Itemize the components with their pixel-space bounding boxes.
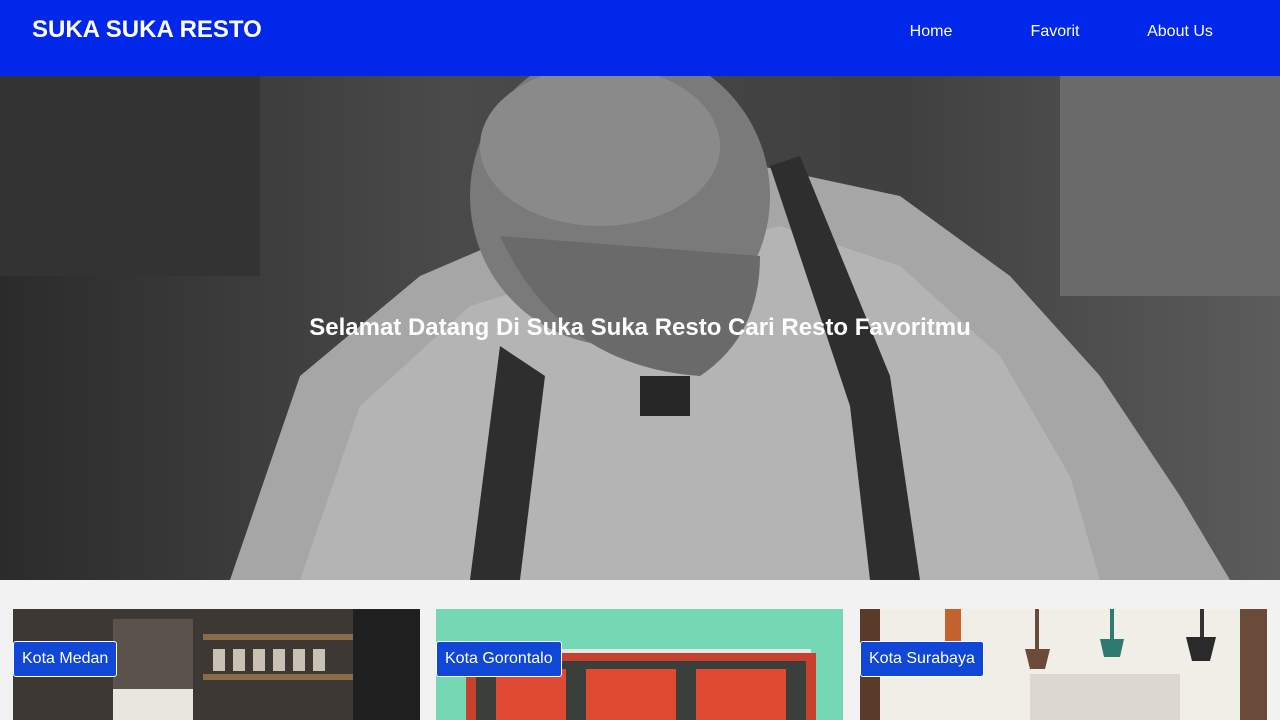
nav-home-link[interactable]: Home: [881, 22, 981, 42]
city-tag-surabaya[interactable]: Kota Surabaya: [860, 641, 984, 677]
main-nav: Home Favorit About Us: [0, 22, 1280, 46]
city-card-medan[interactable]: Kota Medan: [13, 609, 420, 720]
city-card-surabaya[interactable]: Kota Surabaya: [860, 609, 1267, 720]
city-card-gorontalo[interactable]: Kota Gorontalo: [436, 609, 843, 720]
hero-banner: Selamat Datang Di Suka Suka Resto Cari R…: [0, 76, 1280, 580]
hero-title: Selamat Datang Di Suka Suka Resto Cari R…: [309, 314, 971, 341]
city-tag-medan[interactable]: Kota Medan: [13, 641, 118, 677]
nav-favorit-link[interactable]: Favorit: [1005, 22, 1105, 42]
city-cards: Kota Medan Kota Gorontalo Kota Surabaya: [0, 609, 1280, 720]
top-navbar: SUKA SUKA RESTO Home Favorit About Us: [0, 0, 1280, 76]
nav-about-us-link[interactable]: About Us: [1130, 22, 1230, 42]
city-tag-gorontalo[interactable]: Kota Gorontalo: [436, 641, 562, 677]
